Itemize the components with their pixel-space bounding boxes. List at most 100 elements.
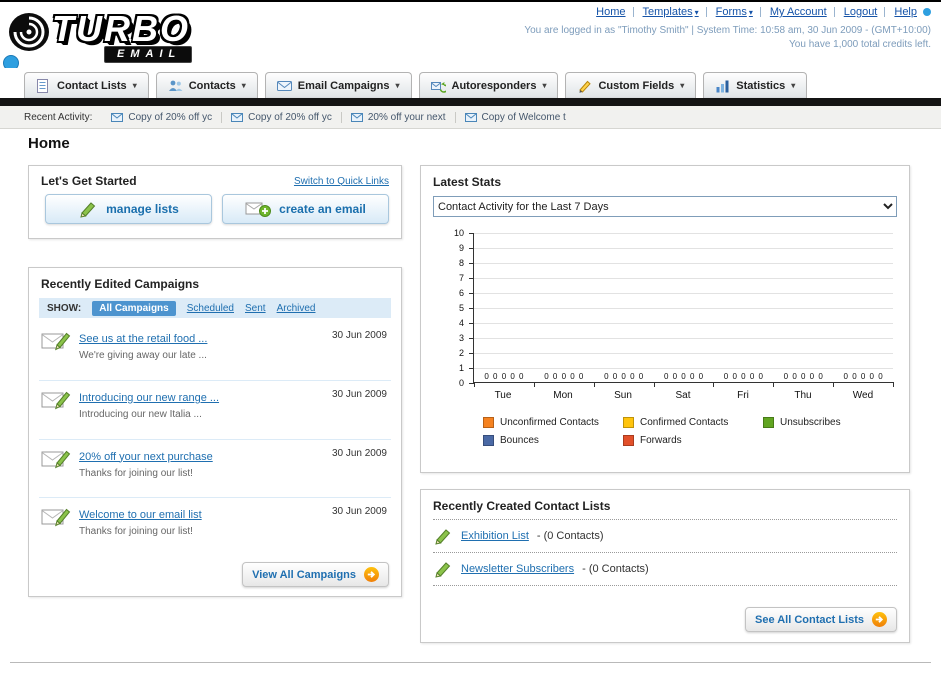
envelope-icon bbox=[464, 112, 477, 122]
recent-activity-item[interactable]: Copy of Welcome t bbox=[456, 112, 575, 123]
nav-tab-custom-fields[interactable]: Custom Fields ▾ bbox=[565, 72, 697, 98]
y-tick-mark bbox=[469, 308, 474, 309]
recent-campaigns-title: Recently Edited Campaigns bbox=[41, 277, 200, 291]
campaign-title[interactable]: Welcome to our email list bbox=[79, 509, 202, 521]
latest-stats-title: Latest Stats bbox=[433, 175, 502, 189]
top-link-templates[interactable]: Templates ▾ bbox=[626, 6, 699, 18]
stats-range-select[interactable]: Contact Activity for the Last 7 Days bbox=[433, 196, 897, 217]
contacts-icon bbox=[168, 80, 183, 91]
view-all-campaigns-button[interactable]: View All Campaigns bbox=[242, 562, 389, 587]
campaign-row[interactable]: 20% off your next purchase Thanks for jo… bbox=[39, 440, 391, 499]
campaign-title[interactable]: Introducing our new range ... bbox=[79, 392, 219, 404]
y-tick-mark bbox=[469, 278, 474, 279]
legend-item: Forwards bbox=[623, 435, 763, 446]
page-title: Home bbox=[28, 135, 70, 152]
tab-all-campaigns[interactable]: All Campaigns bbox=[92, 300, 176, 316]
recent-activity-item[interactable]: Copy of 20% off yc bbox=[102, 111, 223, 123]
chart-value-labels: 0 0 0 0 0 bbox=[544, 372, 584, 381]
see-all-contact-lists-button[interactable]: See All Contact Lists bbox=[744, 607, 897, 632]
nav-tab-autoresponders[interactable]: Autoresponders ▾ bbox=[418, 72, 559, 98]
campaign-row[interactable]: Introducing our new range ... Introducin… bbox=[39, 381, 391, 440]
logo-swirl-icon bbox=[9, 13, 49, 51]
chart-value-labels: 0 0 0 0 0 bbox=[783, 372, 823, 381]
chart-gridline bbox=[474, 338, 893, 339]
y-axis-label: 10 bbox=[453, 228, 464, 238]
y-tick-mark bbox=[469, 368, 474, 369]
legend-label: Bounces bbox=[500, 435, 539, 446]
legend-label: Unconfirmed Contacts bbox=[500, 417, 599, 428]
show-label: SHOW: bbox=[47, 302, 82, 314]
tab-scheduled[interactable]: Scheduled bbox=[187, 303, 234, 314]
recent-contact-lists-title: Recently Created Contact Lists bbox=[433, 499, 611, 513]
statistics-icon bbox=[716, 80, 729, 92]
recent-activity-item[interactable]: 20% off your next bbox=[342, 111, 456, 123]
top-link-help[interactable]: Help bbox=[877, 6, 917, 18]
y-axis-label: 1 bbox=[458, 363, 464, 373]
switch-quick-links-link[interactable]: Switch to Quick Links bbox=[294, 176, 389, 187]
divider bbox=[433, 585, 897, 586]
x-axis-label: Wed bbox=[852, 390, 874, 401]
create-email-button[interactable]: create an email bbox=[222, 194, 389, 224]
nav-tab-email-campaigns[interactable]: Email Campaigns ▾ bbox=[264, 72, 412, 98]
tab-sent[interactable]: Sent bbox=[245, 303, 266, 314]
legend-swatch-icon bbox=[623, 417, 634, 428]
nav-tab-contact-lists[interactable]: Contact Lists ▾ bbox=[24, 72, 149, 98]
chart-gridline bbox=[474, 353, 893, 354]
campaign-subtitle: We're giving away our late ... bbox=[79, 350, 207, 361]
top-link-my-account[interactable]: My Account bbox=[753, 6, 827, 18]
chart-gridline bbox=[474, 248, 893, 249]
app-logo: TURBO EMAIL bbox=[8, 6, 268, 63]
pencil-icon bbox=[435, 562, 451, 578]
y-axis-label: 9 bbox=[458, 243, 464, 253]
y-axis-label: 2 bbox=[458, 348, 464, 358]
campaign-date: 30 Jun 2009 bbox=[331, 330, 387, 341]
blue-dot-icon bbox=[923, 8, 931, 16]
y-tick-mark bbox=[469, 353, 474, 354]
get-started-title: Let's Get Started bbox=[41, 174, 137, 188]
tab-archived[interactable]: Archived bbox=[277, 303, 316, 314]
email-campaigns-icon bbox=[276, 80, 292, 91]
chart-value-labels: 0 0 0 0 0 bbox=[484, 372, 524, 381]
top-link-logout[interactable]: Logout bbox=[827, 6, 878, 18]
campaign-subtitle: Introducing our new Italia ... bbox=[79, 408, 202, 420]
app-window: TURBO EMAIL Home Templates ▾ Forms ▾ My Ac… bbox=[0, 0, 941, 683]
top-link-home[interactable]: Home bbox=[596, 6, 625, 18]
recent-activity-bar: Recent Activity: Copy of 20% off yc Copy… bbox=[0, 106, 941, 129]
pencil-icon bbox=[435, 529, 451, 545]
header: TURBO EMAIL Home Templates ▾ Forms ▾ My Ac… bbox=[0, 2, 941, 115]
campaign-row[interactable]: Welcome to our email list Thanks for joi… bbox=[39, 498, 391, 556]
x-axis-label: Sat bbox=[675, 390, 691, 401]
chart-gridline bbox=[474, 278, 893, 279]
chart-plot: 0 0 0 0 0 0 0 0 0 0 0 0 0 0 0 0 0 0 0 0 0 0 … bbox=[469, 233, 894, 387]
envelope-plus-icon bbox=[245, 202, 272, 217]
contact-list-row[interactable]: Newsletter Subscribers - (0 Contacts) bbox=[421, 553, 909, 585]
nav-tab-statistics[interactable]: Statistics ▾ bbox=[703, 72, 808, 98]
campaign-date: 30 Jun 2009 bbox=[331, 388, 387, 400]
y-axis-label: 6 bbox=[458, 288, 464, 298]
contact-list-count: - (0 Contacts) bbox=[582, 563, 649, 575]
legend-item: Confirmed Contacts bbox=[623, 417, 763, 428]
contact-list-row[interactable]: Exhibition List - (0 Contacts) bbox=[421, 520, 909, 552]
recent-activity-item[interactable]: Copy of 20% off yc bbox=[222, 111, 342, 123]
arrow-right-circle-icon bbox=[872, 612, 887, 627]
campaigns-filter-tabs: SHOW: All Campaigns Scheduled Sent Archi… bbox=[39, 298, 391, 318]
campaign-date: 30 Jun 2009 bbox=[331, 506, 387, 518]
logo-text: TURBO bbox=[52, 8, 190, 49]
legend-swatch-icon bbox=[763, 417, 774, 428]
campaign-title[interactable]: 20% off your next purchase bbox=[79, 451, 213, 463]
nav-tab-contacts[interactable]: Contacts ▾ bbox=[155, 72, 258, 98]
campaign-row[interactable]: See us at the retail food ... We're givi… bbox=[39, 322, 391, 381]
y-tick-mark bbox=[469, 263, 474, 264]
recent-activity-label: Recent Activity: bbox=[24, 111, 93, 123]
chevron-down-icon: ▾ bbox=[680, 81, 685, 90]
login-info: You are logged in as "Timothy Smith" | S… bbox=[524, 25, 931, 36]
campaign-title[interactable]: See us at the retail food ... bbox=[79, 333, 207, 345]
top-link-forms[interactable]: Forms ▾ bbox=[699, 6, 753, 18]
contact-list-name[interactable]: Exhibition List bbox=[461, 530, 529, 542]
contact-list-name[interactable]: Newsletter Subscribers bbox=[461, 563, 574, 575]
footer-divider bbox=[10, 662, 931, 663]
y-tick-mark bbox=[469, 233, 474, 234]
manage-lists-button[interactable]: manage lists bbox=[45, 194, 212, 224]
stats-chart: 0 1 2 3 4 5 6 7 8 9 10 0 0 0 0 00 0 0 0 00 0 0 0 0… bbox=[433, 228, 897, 409]
legend-item: Bounces bbox=[483, 435, 623, 446]
